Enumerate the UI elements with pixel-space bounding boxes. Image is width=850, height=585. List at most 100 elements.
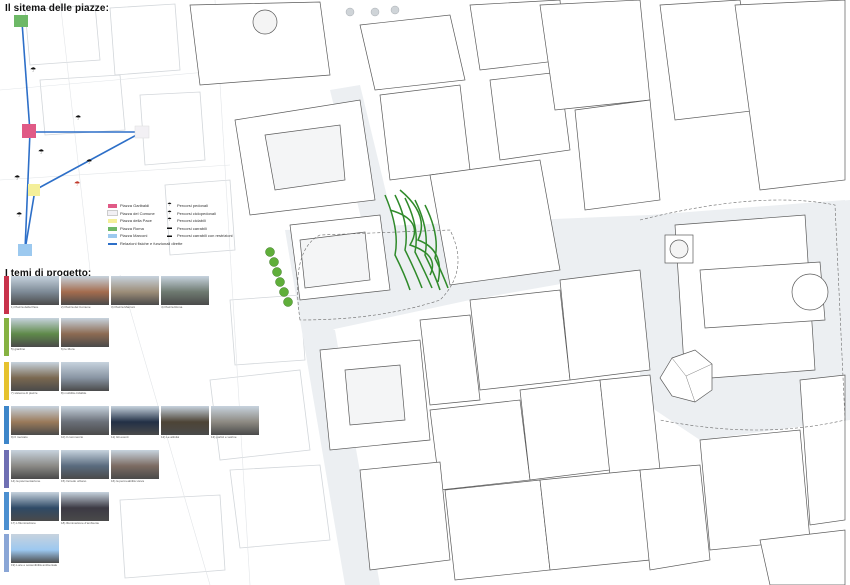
theme-color-bar — [4, 276, 9, 314]
legend-label: Percorsi ciclopedonali — [177, 210, 216, 216]
theme-photo — [111, 450, 159, 479]
legend-label: Piazza Garibaldi — [120, 203, 150, 208]
cyclist-pedestrian-icon: ☂ — [167, 209, 172, 216]
legend-swatch — [108, 203, 117, 208]
theme-photo — [161, 276, 209, 305]
theme-photo — [61, 362, 109, 391]
legend-swatch — [107, 210, 118, 217]
theme-caption: 1) Piazza della Pace — [11, 305, 39, 309]
theme-photo-card: 9) Il mercato — [11, 406, 59, 444]
theme-photo-card: 6) le Mura — [61, 318, 109, 356]
legend-swatch — [108, 243, 117, 245]
theme-photo-card: 14) la pavimentazione — [11, 450, 59, 488]
theme-photo-card: 4) Piazza Roma — [161, 276, 209, 314]
theme-color-bar — [4, 406, 9, 444]
svg-text:☂: ☂ — [16, 211, 22, 219]
theme-row: 7) sistema di piazze 8) mobilità ciclabil… — [4, 362, 111, 400]
theme-caption: 8) mobilità ciclabile — [61, 391, 87, 395]
theme-photo-card: 2) Piazza del Comune — [61, 276, 109, 314]
theme-caption: 12) Le attività — [161, 435, 180, 439]
piazza-pace-node — [28, 184, 40, 196]
svg-text:☂: ☂ — [75, 114, 81, 122]
theme-caption: 2) Piazza del Comune — [61, 305, 91, 309]
theme-photo — [61, 492, 109, 521]
piazza-marconi-node — [18, 244, 32, 256]
theme-caption: 7) sistema di piazze — [11, 391, 38, 395]
legend-label: Percorsi carrabili — [177, 225, 207, 231]
theme-row: 14) la pavimentazione 15) l'arredo urbano… — [4, 450, 161, 488]
theme-row: 1) Piazza della Pace 2) Piazza del Comune… — [4, 276, 211, 314]
legend-label: Piazza del Comune — [120, 210, 155, 216]
theme-photo-card: 11) Gli eventi — [111, 406, 159, 444]
theme-caption: 16) la permeabilità visiva — [111, 479, 145, 483]
theme-photo — [61, 450, 109, 479]
theme-photo-card: 5) giardino — [11, 318, 59, 356]
theme-photo-card: 16) la permeabilità visiva — [111, 450, 159, 488]
piazza-comune-node — [134, 125, 150, 139]
legend-swatch — [108, 234, 117, 239]
legend-item: Relazioni fisiche e funzionali dirette — [108, 240, 182, 248]
legend-item: ☂ Percorsi ciclopedonali — [165, 210, 233, 218]
legend-label: Piazza Marconi — [120, 233, 148, 239]
theme-photo — [111, 406, 159, 435]
theme-caption: 5) giardino — [11, 347, 26, 351]
legend-label: Percorsi carrabili con restrizioni — [177, 233, 233, 239]
svg-text:☂: ☂ — [30, 66, 36, 74]
theme-photo-card: 10) Il commercio — [61, 406, 109, 444]
theme-photo-card: 17) L'illuminazione — [11, 492, 59, 530]
theme-caption: 3) Piazza Marconi — [111, 305, 136, 309]
theme-photo — [11, 362, 59, 391]
theme-photo — [61, 318, 109, 347]
legend-item: ☂ Percorsi pedonali — [165, 202, 233, 210]
themes-grid: 1) Piazza della Pace 2) Piazza del Comune… — [4, 276, 259, 581]
theme-caption: 18) Illuminazione d'ambiente — [61, 521, 100, 525]
theme-caption: 13) portici e vetrine — [211, 435, 237, 439]
mode-icons: ☂ ☂ ☂ ☂ ☂ ☂ ☂ — [14, 66, 92, 219]
theme-caption: 14) la pavimentazione — [11, 479, 41, 483]
legend-item: ☂ Percorsi ciclabili — [165, 217, 233, 225]
legend-label: Relazioni fisiche e funzionali dirette — [120, 240, 183, 246]
theme-caption: 19) Luce e sostenibilità ambientale — [11, 563, 58, 567]
theme-caption: 11) Gli eventi — [111, 435, 129, 439]
svg-text:☂: ☂ — [14, 174, 20, 182]
theme-row: 5) giardino 6) le Mura — [4, 318, 111, 356]
theme-photo-card: 3) Piazza Marconi — [111, 276, 159, 314]
theme-caption: 9) Il mercato — [11, 435, 28, 439]
theme-row: 17) L'illuminazione 18) Illuminazione d'a… — [4, 492, 111, 530]
theme-color-bar — [4, 534, 9, 572]
legend-item: ▬ Percorsi carrabili con restrizioni — [165, 232, 233, 240]
theme-photo — [11, 492, 59, 521]
theme-color-bar — [4, 450, 9, 488]
legend-label: Piazza Roma — [120, 225, 144, 231]
theme-photo — [11, 450, 59, 479]
legend-label: Percorsi ciclabili — [177, 218, 206, 224]
theme-photo — [11, 276, 59, 305]
theme-row: 9) Il mercato 10) Il commercio 11) Gli eve… — [4, 406, 261, 444]
legend-swatch — [108, 226, 117, 231]
theme-photo-card: 8) mobilità ciclabile — [61, 362, 109, 400]
theme-photo-card: 12) Le attività — [161, 406, 209, 444]
theme-photo-card: 1) Piazza della Pace — [11, 276, 59, 314]
theme-caption: 10) Il commercio — [61, 435, 84, 439]
theme-photo-card: 13) portici e vetrine — [211, 406, 259, 444]
car-icon: ▬ — [167, 225, 172, 232]
legend-label: Percorsi pedonali — [177, 203, 208, 208]
piazza-garibaldi-node — [22, 124, 36, 138]
theme-photo-card: 19) Luce e sostenibilità ambientale — [11, 534, 59, 572]
theme-photo — [11, 406, 59, 435]
legend-swatch — [108, 218, 117, 223]
theme-caption: 6) le Mura — [61, 347, 75, 351]
svg-text:☂: ☂ — [38, 148, 44, 156]
theme-caption: 17) L'illuminazione — [11, 521, 36, 525]
theme-color-bar — [4, 318, 9, 356]
legend-item: ▬ Percorsi carrabili — [165, 225, 233, 233]
theme-photo — [11, 318, 59, 347]
restricted-car-icon: ▬ — [167, 232, 172, 239]
pedestrian-icon: ☂ — [167, 202, 172, 209]
theme-photo — [211, 406, 259, 435]
theme-photo — [61, 276, 109, 305]
svg-text:☂: ☂ — [86, 158, 92, 166]
theme-photo — [61, 406, 109, 435]
percorsi-legend: ☂ Percorsi pedonali ☂ Percorsi ciclopedonal… — [165, 202, 233, 240]
theme-photo-card: 18) Illuminazione d'ambiente — [61, 492, 109, 530]
